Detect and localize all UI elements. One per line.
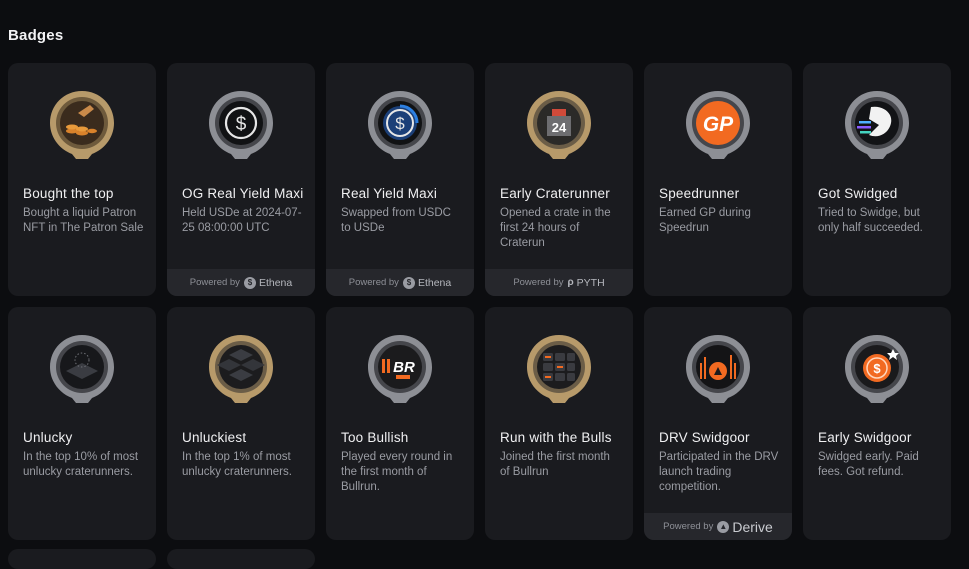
derive-logo-icon: ▲	[717, 520, 730, 533]
powered-by-bar: Powered by $ Ethena	[167, 269, 315, 296]
powered-by-brand: PYTH	[576, 276, 605, 289]
badge-card[interactable]: GP Speedrunner Earned GP during Speedrun	[644, 63, 792, 296]
badge-description: Opened a crate in the first 24 hours of …	[500, 207, 611, 249]
badge-description: Played every round in the first month of…	[341, 451, 453, 493]
badge-title: Got Swidged	[818, 186, 898, 201]
gp-icon: GP	[684, 89, 752, 161]
badge-title: Early Swidgoor	[818, 430, 912, 445]
pyth-logo-icon: ρ	[567, 277, 574, 288]
badge-description: Bought a liquid Patron NFT in The Patron…	[23, 207, 144, 234]
badge-description: Swapped from USDC to USDe	[341, 207, 451, 234]
svg-text:$: $	[236, 114, 247, 135]
crate-24-text: 24	[552, 120, 567, 135]
br-logo-icon: BR	[366, 333, 434, 405]
badge-description: Earned GP during Speedrun	[659, 207, 751, 234]
refund-coin-icon: $	[843, 333, 911, 405]
badge-description: Held USDe at 2024-07-25 08:00:00 UTC	[182, 207, 302, 234]
dollar-coin-blue-icon: $	[366, 89, 434, 161]
badge-title: Speedrunner	[659, 186, 740, 201]
badge-title: Unluckiest	[182, 430, 247, 445]
dollar-coin-icon: $	[207, 89, 275, 161]
badge-title: Too Bullish	[341, 430, 409, 445]
br-text: BR	[393, 359, 415, 376]
card-peek	[8, 549, 156, 569]
badge-card[interactable]: Unluckiest In the top 1% of most unlucky…	[167, 307, 315, 540]
badges-grid: Bought the top Bought a liquid Patron NF…	[8, 63, 951, 540]
badge-description: Participated in the DRV launch trading c…	[659, 451, 779, 493]
powered-by-label: Powered by	[189, 277, 240, 288]
badge-description: In the top 10% of most unlucky craterunn…	[23, 451, 139, 478]
card-peek	[167, 549, 315, 569]
coins-hand-icon	[48, 89, 116, 161]
badge-card[interactable]: Run with the Bulls Joined the first mont…	[485, 307, 633, 540]
dark-tile-icon	[48, 333, 116, 405]
gp-text: GP	[703, 113, 734, 136]
badge-card[interactable]: $ Real Yield Maxi Swapped from USDC to U…	[326, 63, 474, 296]
badge-title: OG Real Yield Maxi	[182, 186, 304, 201]
powered-by-brand: Ethena	[417, 276, 452, 289]
badge-card[interactable]: Bought the top Bought a liquid Patron NF…	[8, 63, 156, 296]
badge-title: Run with the Bulls	[500, 430, 612, 445]
powered-by-label: Powered by	[513, 277, 564, 288]
svg-text:$: $	[873, 361, 881, 376]
badge-description: Tried to Swidge, but only half succeeded…	[818, 207, 923, 234]
powered-by-label: Powered by	[348, 277, 399, 288]
svg-text:$: $	[395, 114, 405, 133]
dark-tiles-icon	[207, 333, 275, 405]
drv-chart-icon	[684, 333, 752, 405]
powered-by-brand: Derive	[732, 518, 773, 535]
powered-by-bar: Powered by ρ PYTH	[485, 269, 633, 296]
ethena-logo-icon: $	[243, 276, 256, 289]
badge-card[interactable]: $ Early Swidgoor Swidged early. Paid fee…	[803, 307, 951, 540]
badge-description: In the top 1% of most unlucky craterunne…	[182, 451, 292, 478]
swidge-bolt-icon	[843, 89, 911, 161]
badge-description: Joined the first month of Bullrun	[500, 451, 610, 478]
badge-description: Swidged early. Paid fees. Got refund.	[818, 451, 919, 478]
powered-by-bar: Powered by ▲ Derive	[644, 513, 792, 540]
crate-24-icon: 24	[525, 89, 593, 161]
badge-title: Real Yield Maxi	[341, 186, 438, 201]
badge-card[interactable]: 24 Early Craterunner Opened a crate in t…	[485, 63, 633, 296]
badge-card[interactable]: Unlucky In the top 10% of most unlucky c…	[8, 307, 156, 540]
powered-by-brand: Ethena	[258, 276, 293, 289]
badge-card[interactable]: $ OG Real Yield Maxi Held USDe at 2024-0…	[167, 63, 315, 296]
badge-card[interactable]: Got Swidged Tried to Swidge, but only ha…	[803, 63, 951, 296]
badge-card[interactable]: BR Too Bullish Played every round in the…	[326, 307, 474, 540]
badge-title: Unlucky	[23, 430, 73, 445]
section-title: Badges	[8, 27, 64, 44]
powered-by-bar: Powered by $ Ethena	[326, 269, 474, 296]
ethena-logo-icon: $	[402, 276, 415, 289]
badge-title: DRV Swidgoor	[659, 430, 750, 445]
badge-card[interactable]: DRV Swidgoor Participated in the DRV lau…	[644, 307, 792, 540]
powered-by-label: Powered by	[663, 521, 714, 532]
br-tiles-icon	[525, 333, 593, 405]
badge-title: Early Craterunner	[500, 186, 610, 201]
badge-title: Bought the top	[23, 186, 114, 201]
